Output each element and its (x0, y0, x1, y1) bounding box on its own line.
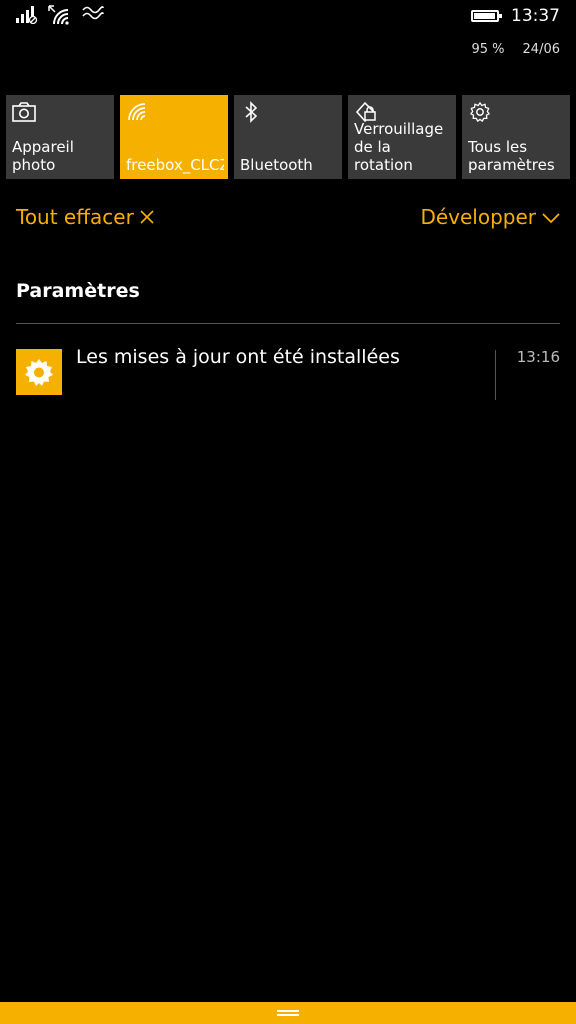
tile-label: Tous les paramètres (468, 138, 555, 174)
notification-item[interactable]: Les mises à jour ont été installées 13:1… (16, 340, 560, 402)
chevron-down-icon (542, 205, 560, 229)
battery-percent: 95 % (471, 42, 505, 57)
bottom-drag-bar[interactable] (0, 1002, 576, 1024)
vibrate-icon (82, 4, 104, 22)
status-icons (16, 4, 104, 26)
quick-actions: Appareil photo freebox_CLCZ Bluetooth Ve… (6, 95, 570, 179)
bluetooth-icon (240, 101, 264, 123)
signal-icon (16, 4, 38, 24)
tile-bluetooth[interactable]: Bluetooth (234, 95, 342, 179)
date: 24/06 (522, 42, 560, 57)
expand-label: Développer (420, 205, 536, 229)
notification-separator (495, 350, 496, 400)
tile-wifi[interactable]: freebox_CLCZ (120, 95, 228, 179)
tile-camera[interactable]: Appareil photo (6, 95, 114, 179)
tile-label: Bluetooth (240, 156, 313, 174)
actions-row: Tout effacer Développer (16, 205, 560, 235)
clear-all-label: Tout effacer (16, 205, 134, 229)
wifi-icon (126, 101, 150, 123)
camera-icon (12, 101, 36, 123)
group-title: Paramètres (16, 280, 140, 302)
drag-handle-icon (277, 1010, 299, 1016)
gear-icon (468, 101, 492, 123)
clock: 13:37 (511, 6, 560, 26)
status-bar: 13:37 95 % 24/06 (0, 0, 576, 70)
tile-label: Verrouillage de la rotation (354, 120, 444, 174)
tile-rotation-lock[interactable]: Verrouillage de la rotation (348, 95, 456, 179)
expand-button[interactable]: Développer (420, 205, 560, 229)
wifi-icon (48, 4, 72, 26)
tile-label: freebox_CLCZ (126, 156, 224, 174)
notification-text: Les mises à jour ont été installées (76, 346, 400, 368)
action-center: 13:37 95 % 24/06 Appareil photo freebox_… (0, 0, 576, 1024)
divider (16, 323, 560, 324)
gear-icon (16, 349, 62, 395)
tile-all-settings[interactable]: Tous les paramètres (462, 95, 570, 179)
status-right: 13:37 95 % 24/06 (471, 6, 560, 57)
close-icon (140, 205, 154, 229)
tile-label: Appareil photo (12, 138, 74, 174)
clear-all-button[interactable]: Tout effacer (16, 205, 154, 229)
notification-time: 13:16 (516, 348, 560, 366)
battery-icon (471, 10, 502, 22)
